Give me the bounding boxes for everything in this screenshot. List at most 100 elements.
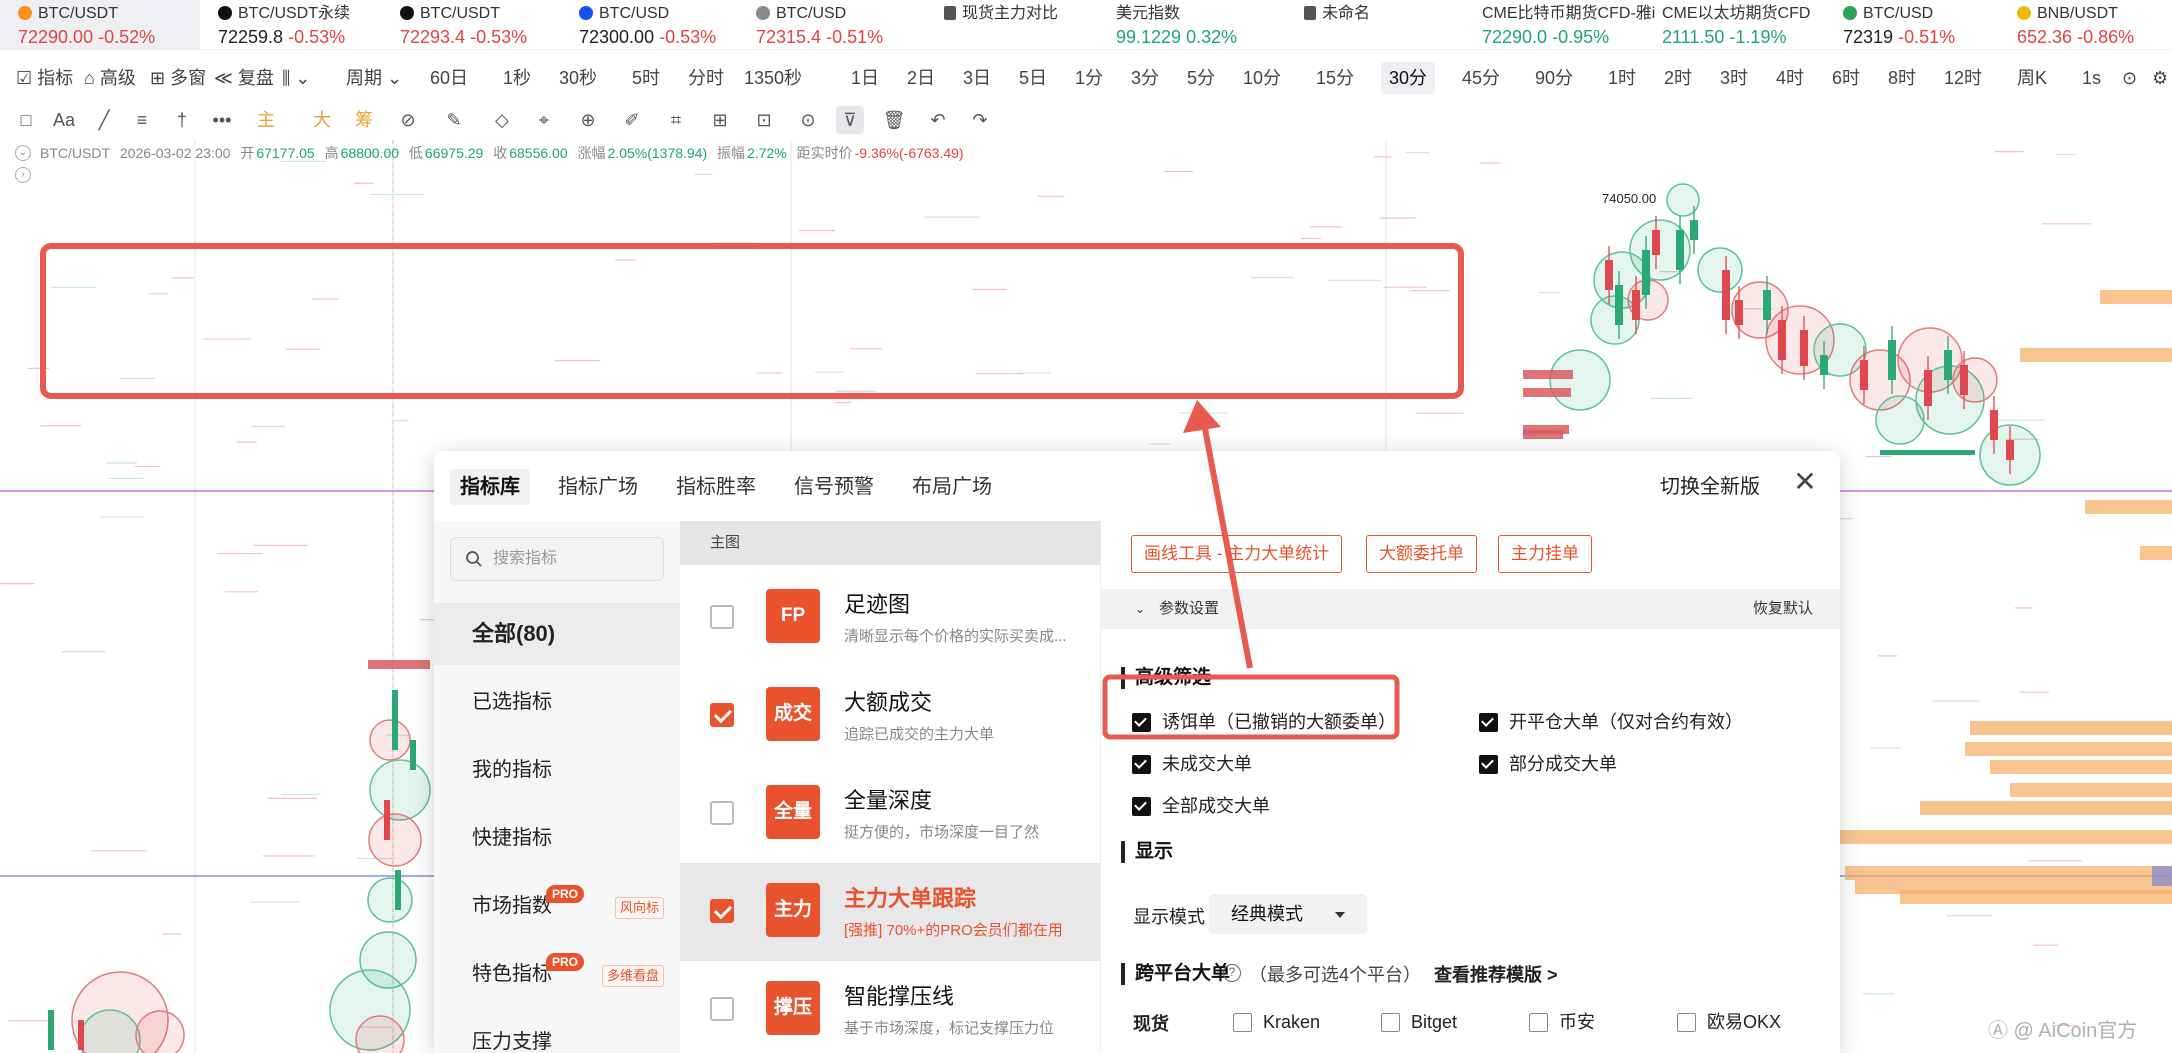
period-dropdown[interactable]: 周期 ⌄ — [346, 58, 402, 98]
tab-indicator-square[interactable]: 指标广场 — [548, 469, 648, 505]
checkbox-open-close-orders[interactable]: 开平仓大单（仅对合约有效） — [1479, 710, 1743, 734]
params-header[interactable]: ⌄ 参数设置 恢复默认 — [1101, 589, 1840, 629]
checkbox-okx[interactable]: 欧易OKX — [1677, 1010, 1781, 1034]
indicator-checkbox[interactable] — [710, 801, 734, 825]
category-item[interactable]: 压力支撑 — [434, 1011, 680, 1053]
drawing-tool-button[interactable]: ✐ — [618, 106, 646, 134]
checkbox-partial-filled-orders[interactable]: 部分成交大单 — [1479, 752, 1617, 776]
period-option[interactable]: 5分 — [1187, 58, 1215, 98]
drawing-tool-button[interactable]: 大 — [308, 106, 336, 134]
drawing-tool-button[interactable]: ◇ — [488, 106, 516, 134]
drawing-tool-button[interactable]: ⊙ — [794, 106, 822, 134]
drawing-tool-button[interactable]: ↷ — [966, 106, 994, 134]
drawing-tool-button[interactable]: ••• — [208, 106, 236, 134]
indicator-checkbox[interactable] — [710, 703, 734, 727]
ticker-item[interactable]: BTC/USDT 72290.00 -0.52% — [0, 0, 200, 50]
period-option[interactable]: 10分 — [1243, 58, 1281, 98]
period-option[interactable]: 8时 — [1888, 58, 1916, 98]
indicator-checkbox[interactable] — [710, 605, 734, 629]
chip-draw-tools-stats[interactable]: 画线工具 - 主力大单统计 — [1131, 535, 1343, 573]
period-option[interactable]: 1日 — [851, 58, 879, 98]
period-option[interactable]: 5日 — [1019, 58, 1047, 98]
period-option[interactable]: 12时 — [1944, 58, 1982, 98]
reset-default-button[interactable]: 恢复默认 — [1753, 589, 1813, 629]
tab-layout-square[interactable]: 布局广场 — [902, 469, 1002, 505]
tab-win-rate[interactable]: 指标胜率 — [666, 469, 766, 505]
period-option[interactable]: 5时 — [632, 58, 660, 98]
indicator-button[interactable]: ☑ 指标 — [16, 58, 73, 98]
period-option[interactable]: 60日 — [430, 58, 468, 98]
drawing-tool-button[interactable]: ✎ — [440, 106, 468, 134]
advanced-button[interactable]: ⌂ 高级 — [84, 58, 136, 98]
period-option[interactable]: 30分 — [1381, 62, 1436, 94]
period-option[interactable]: 4时 — [1776, 58, 1804, 98]
indicator-row[interactable]: 成交 大额成交 追踪已成交的主力大单 — [680, 667, 1100, 765]
drawing-tool-button[interactable]: ⌖ — [530, 106, 558, 134]
drawing-tool-button[interactable]: ⊞ — [706, 106, 734, 134]
ticker-item[interactable]: BTC/USDT 72293.4 -0.53% — [392, 0, 527, 50]
chart-type-button[interactable]: ⫼ ⌄ — [282, 58, 310, 98]
drawing-tool-button[interactable]: 筹 — [350, 106, 378, 134]
period-option[interactable]: 30秒 — [559, 58, 597, 98]
indicator-row[interactable]: FP 足迹图 清晰显示每个价格的实际买卖成... — [680, 569, 1100, 667]
refresh-rate[interactable]: 1s — [2082, 58, 2101, 98]
settings-icon[interactable]: ⚙ — [2152, 58, 2168, 98]
period-option[interactable]: 1分 — [1075, 58, 1103, 98]
help-icon[interactable]: ? — [1223, 964, 1241, 982]
category-item[interactable]: 快捷指标 — [434, 807, 680, 869]
drawing-tool-button[interactable]: ⌗ — [662, 106, 690, 134]
period-option[interactable]: 15分 — [1316, 58, 1354, 98]
camera-icon[interactable]: ⊙ — [2122, 58, 2137, 98]
checkbox-unfilled-orders[interactable]: 未成交大单 — [1132, 752, 1252, 776]
checkbox-bitget[interactable]: Bitget — [1381, 1010, 1457, 1034]
collapse-icon[interactable]: ⌄ — [15, 145, 31, 161]
indicator-checkbox[interactable] — [710, 997, 734, 1021]
ticker-item[interactable]: BTC/USDT永续 72259.8 -0.53% — [210, 0, 350, 50]
period-option[interactable]: 1时 — [1608, 58, 1636, 98]
ticker-item[interactable]: 现货主力对比 — [936, 0, 1058, 50]
indicator-row[interactable]: 主力 主力大单跟踪 [强推] 70%+的PRO会员们都在用 — [680, 863, 1100, 961]
ticker-item[interactable]: BNB/USDT 652.36 -0.86% — [2009, 0, 2134, 50]
view-template-link[interactable]: 查看推荐模版 > — [1434, 961, 1558, 987]
indicator-row[interactable]: 全量 全量深度 挺方便的，市场深度一目了然 — [680, 765, 1100, 863]
drawing-tool-button[interactable]: ⊽ — [836, 106, 864, 134]
ticker-item[interactable]: CME以太坊期货CFD 2111.50 -1.19% — [1654, 0, 1810, 50]
period-option[interactable]: 2时 — [1664, 58, 1692, 98]
drawing-tool-button[interactable]: ↶ — [924, 106, 952, 134]
replay-button[interactable]: ≪ 复盘 — [214, 58, 274, 98]
checkbox-all-filled-orders[interactable]: 全部成交大单 — [1132, 794, 1270, 818]
ticker-item[interactable]: BTC/USD 72315.4 -0.51% — [748, 0, 883, 50]
chip-main-orders[interactable]: 主力挂单 — [1498, 535, 1592, 573]
expand-icon[interactable]: › — [15, 167, 31, 183]
switch-new-version-button[interactable]: 切换全新版 — [1660, 469, 1760, 505]
indicator-row[interactable]: 撑压 智能撑压线 基于市场深度，标记支撑压力位 — [680, 961, 1100, 1053]
drawing-tool-button[interactable]: 主 — [252, 106, 280, 134]
ticker-item[interactable]: CME比特币期货CFD-雅i 72290.0 -0.95% — [1474, 0, 1655, 50]
drawing-tool-button[interactable]: † — [168, 106, 196, 134]
drawing-tool-button[interactable]: ≡ — [128, 106, 156, 134]
period-option[interactable]: 3分 — [1131, 58, 1159, 98]
close-icon[interactable]: ✕ — [1790, 465, 1820, 498]
drawing-tool-button[interactable]: Aa — [50, 106, 78, 134]
ticker-item[interactable]: BTC/USD 72319 -0.51% — [1835, 0, 1955, 50]
tab-indicator-library[interactable]: 指标库 — [450, 469, 530, 505]
drawing-tool-button[interactable]: 🗑 — [880, 106, 908, 134]
chip-large-orders[interactable]: 大额委托单 — [1366, 535, 1477, 573]
period-option[interactable]: 1秒 — [503, 58, 531, 98]
category-item[interactable]: 我的指标 — [434, 739, 680, 801]
tab-signal-alert[interactable]: 信号预警 — [784, 469, 884, 505]
period-option[interactable]: 45分 — [1462, 58, 1500, 98]
drawing-tool-button[interactable]: ⊘ — [394, 106, 422, 134]
period-option[interactable]: 6时 — [1832, 58, 1860, 98]
checkbox-binance[interactable]: 币安 — [1529, 1010, 1595, 1034]
search-input[interactable]: 搜索指标 — [450, 537, 664, 581]
period-option[interactable]: 3时 — [1720, 58, 1748, 98]
drawing-tool-button[interactable]: □ — [12, 106, 40, 134]
category-item[interactable]: 全部(80) — [434, 603, 680, 665]
display-mode-select[interactable]: 经典模式 — [1209, 894, 1367, 934]
multi-window-button[interactable]: ⊞ 多窗 — [150, 58, 206, 98]
period-option[interactable]: 分时 — [688, 58, 724, 98]
period-option[interactable]: 90分 — [1535, 58, 1573, 98]
checkbox-kraken[interactable]: Kraken — [1233, 1010, 1320, 1034]
period-option[interactable]: 3日 — [963, 58, 991, 98]
